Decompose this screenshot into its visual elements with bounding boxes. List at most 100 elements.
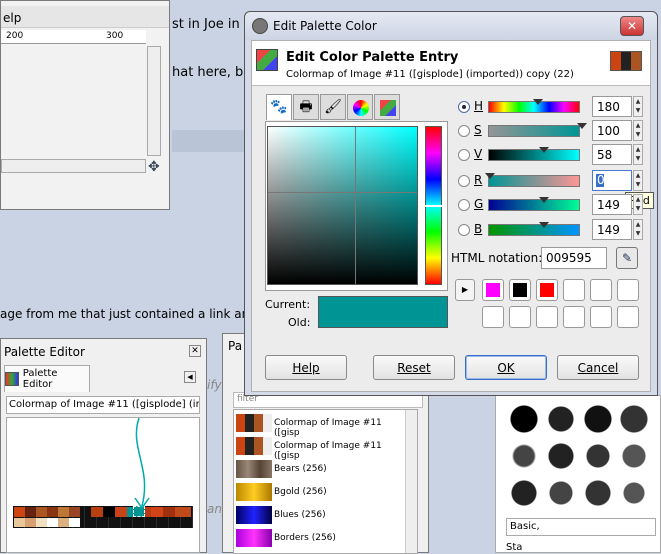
palette-thumb — [236, 414, 272, 432]
label-g: G — [474, 197, 484, 211]
list-item[interactable]: Blues (256) — [234, 504, 404, 526]
label-s: S — [474, 123, 482, 137]
list-item[interactable]: Colormap of Image #11 ([gisp — [234, 412, 404, 438]
background-partial-1: ify — [207, 378, 222, 392]
hue-marker — [425, 205, 442, 207]
slider-b[interactable] — [488, 224, 580, 236]
brush-footer: Sta — [506, 542, 523, 553]
tab-menu-icon[interactable]: ◀ — [184, 371, 196, 383]
history-swatch-10[interactable] — [563, 306, 585, 328]
tab-gimp-selector[interactable]: 🐾 — [266, 94, 292, 120]
spin-r-arrows[interactable]: ▲ ▼ — [633, 170, 643, 191]
help-menu[interactable]: elp — [3, 11, 21, 25]
spin-b[interactable]: 149 — [592, 219, 632, 240]
cancel-button-label: Cancel — [577, 360, 619, 375]
saturation-value-area[interactable] — [267, 126, 418, 285]
palette-icon — [380, 100, 396, 116]
list-item[interactable]: Bgold (256) — [234, 481, 404, 503]
palette-swatch-row-1 — [14, 507, 80, 517]
palette-thumb — [236, 437, 272, 455]
brush-category-field[interactable]: Basic, — [506, 518, 656, 536]
history-swatch-9[interactable] — [536, 306, 558, 328]
list-item-label: Bears (256) — [274, 464, 327, 474]
history-swatch-11[interactable] — [590, 306, 612, 328]
slider-v[interactable] — [488, 149, 580, 161]
palette-editor-icon — [256, 49, 278, 71]
slider-b-marker — [539, 222, 549, 228]
history-swatch-5[interactable] — [590, 279, 612, 301]
slider-g-marker — [539, 197, 549, 203]
history-swatch-7[interactable] — [482, 306, 504, 328]
current-label: Current: — [265, 298, 311, 311]
spin-b-arrows[interactable]: ▲ ▼ — [633, 219, 643, 240]
list-item-label: Bgold (256) — [274, 487, 327, 497]
spin-v-arrows[interactable]: ▲ ▼ — [633, 144, 643, 165]
history-swatch-4[interactable] — [563, 279, 585, 301]
spin-g-arrows[interactable]: ▲ ▼ — [633, 194, 643, 215]
tab-palette-selector[interactable] — [374, 94, 400, 120]
history-swatch-3[interactable] — [536, 279, 558, 301]
palette-preview — [610, 51, 642, 71]
history-swatch-12[interactable] — [617, 306, 639, 328]
history-swatch-6[interactable] — [617, 279, 639, 301]
horizontal-scrollbar[interactable] — [1, 159, 146, 173]
palettes-title: Pa — [228, 339, 243, 353]
history-swatch-8[interactable] — [509, 306, 531, 328]
help-button[interactable]: Help — [265, 355, 347, 380]
ok-button[interactable]: OK — [465, 355, 547, 380]
vertical-scrollbar[interactable] — [147, 46, 161, 156]
palette-view[interactable] — [6, 417, 200, 553]
slider-g[interactable] — [488, 199, 580, 211]
radio-dot — [462, 105, 466, 109]
slider-r-marker — [485, 173, 495, 179]
list-item[interactable]: Bears (256) — [234, 458, 404, 480]
hue-strip[interactable] — [425, 126, 442, 285]
list-item-label: Blues (256) — [274, 510, 326, 520]
spin-s[interactable]: 100 — [592, 120, 632, 141]
dialog-titlebar: Edit Palette Color ✕ — [245, 12, 657, 40]
old-label: Old: — [288, 316, 311, 329]
tab-watercolor-selector[interactable]: 🖌 — [320, 94, 346, 120]
ruler-mark-200: 200 — [6, 31, 24, 41]
radio-v[interactable] — [458, 149, 470, 161]
radio-b[interactable] — [458, 224, 470, 236]
top-left-window: elp 200 300 ✥ — [0, 0, 170, 210]
slider-r[interactable] — [488, 175, 580, 187]
spin-r-selected-text: 0 — [597, 173, 605, 187]
reset-button[interactable]: Reset — [373, 355, 455, 380]
color-picker-button[interactable]: ✎ — [616, 247, 638, 269]
spin-h-arrows[interactable]: ▲ ▼ — [633, 96, 643, 117]
palette-thumb — [236, 483, 272, 501]
palettes-list[interactable]: Colormap of Image #11 ([gisp Colormap of… — [233, 409, 418, 554]
slider-s[interactable] — [488, 125, 580, 137]
spin-g[interactable]: 149 — [592, 194, 632, 215]
cancel-button[interactable]: Cancel — [557, 355, 639, 380]
close-icon[interactable]: ✕ — [189, 345, 201, 357]
spin-h[interactable]: 180 — [592, 96, 632, 117]
spin-v[interactable]: 58 — [592, 144, 632, 165]
close-button[interactable]: ✕ — [620, 16, 644, 36]
tab-wheel-selector[interactable] — [347, 94, 373, 120]
tab-palette-editor[interactable]: Palette Editor — [4, 365, 90, 392]
radio-h[interactable] — [458, 101, 470, 113]
list-item[interactable]: Borders (256) — [234, 527, 404, 549]
radio-g[interactable] — [458, 199, 470, 211]
history-expand-button[interactable]: ▶ — [455, 279, 475, 301]
html-notation-field[interactable]: 009595 — [541, 247, 607, 269]
tab-cmyk-selector[interactable]: 🖶 — [293, 94, 319, 120]
brushes-panel: Basic, Sta — [495, 395, 661, 553]
radio-s[interactable] — [458, 125, 470, 137]
palette-thumb — [236, 460, 272, 478]
list-scrollbar[interactable] — [405, 410, 417, 553]
current-old-swatch — [318, 296, 448, 328]
brush-grid[interactable] — [506, 401, 656, 516]
spin-s-arrows[interactable]: ▲ ▼ — [633, 120, 643, 141]
radio-r[interactable] — [458, 175, 470, 187]
history-swatch-1[interactable] — [482, 279, 504, 301]
palette-name-field[interactable]: Colormap of Image #11 ([gisplode] (impor — [6, 396, 200, 414]
navigate-icon[interactable]: ✥ — [148, 159, 160, 175]
list-item[interactable]: Colormap of Image #11 ([gisp — [234, 435, 404, 461]
gimp-icon — [252, 18, 268, 34]
history-swatch-2[interactable] — [509, 279, 531, 301]
dialog-header: Edit Color Palette Entry Colormap of Ima… — [252, 41, 650, 86]
